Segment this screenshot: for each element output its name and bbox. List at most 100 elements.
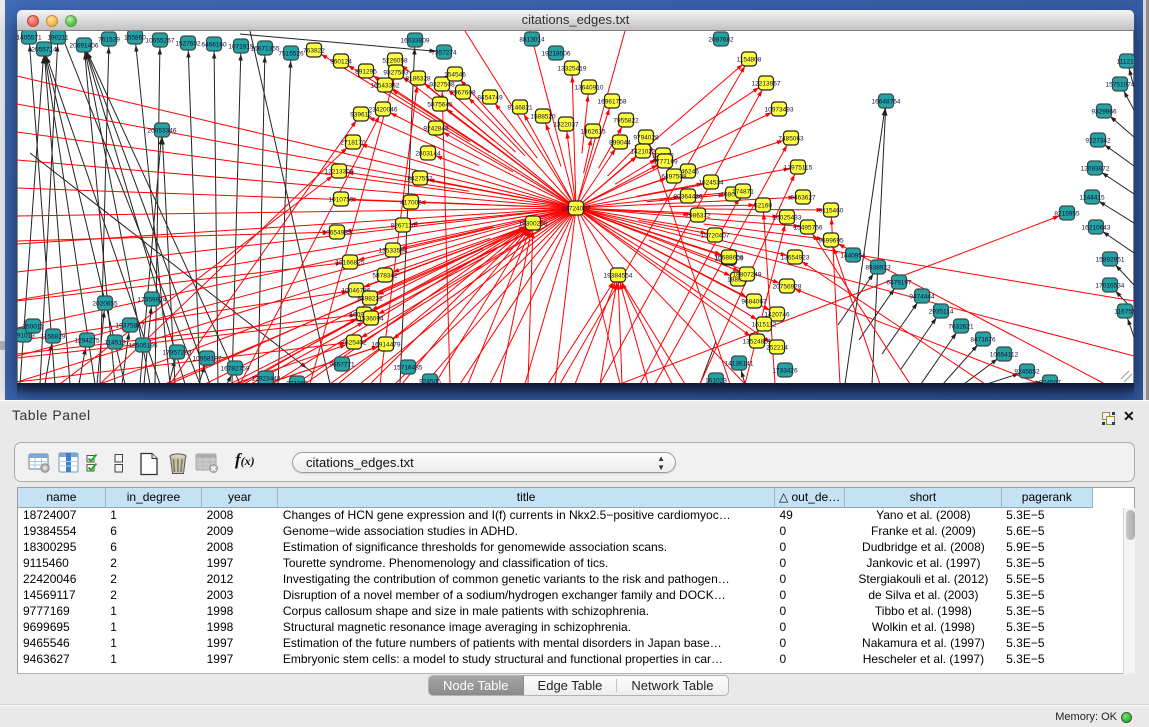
svg-text:19166825: 19166825 <box>336 259 365 266</box>
svg-text:174871: 174871 <box>732 188 754 195</box>
svg-text:9245652: 9245652 <box>1014 368 1040 375</box>
svg-text:8498222: 8498222 <box>357 295 383 302</box>
svg-text:16648764: 16648764 <box>872 98 901 105</box>
svg-text:16782759: 16782759 <box>221 365 250 372</box>
svg-text:15720407: 15720407 <box>701 232 730 239</box>
svg-text:1588520: 1588520 <box>530 113 556 120</box>
svg-text:9242848: 9242848 <box>423 125 449 132</box>
svg-text:1405571: 1405571 <box>17 34 42 41</box>
svg-text:8938923: 8938923 <box>865 264 891 271</box>
svg-text:8427552: 8427552 <box>407 175 433 182</box>
svg-text:8471676: 8471676 <box>970 336 996 343</box>
svg-text:15751074: 15751074 <box>1106 81 1134 88</box>
svg-text:2020655: 2020655 <box>92 300 118 307</box>
svg-text:9684067: 9684067 <box>741 298 767 305</box>
svg-text:18300295: 18300295 <box>519 220 548 227</box>
svg-text:6479197: 6479197 <box>886 279 912 286</box>
svg-text:2967608: 2967608 <box>450 89 476 96</box>
svg-text:9227342: 9227342 <box>1085 137 1111 144</box>
svg-text:8186328: 8186328 <box>405 75 431 82</box>
svg-text:2055714: 2055714 <box>31 46 57 53</box>
svg-text:12213309: 12213309 <box>325 168 354 175</box>
svg-text:6497508: 6497508 <box>661 173 687 180</box>
svg-text:16914479: 16914479 <box>372 341 401 348</box>
svg-text:939612: 939612 <box>350 111 372 118</box>
svg-text:8813014: 8813014 <box>519 36 545 43</box>
svg-text:20756928: 20756928 <box>773 283 802 290</box>
svg-text:2087682: 2087682 <box>708 36 734 43</box>
svg-text:13654923: 13654923 <box>781 254 810 261</box>
svg-text:16543362: 16543362 <box>371 82 400 89</box>
svg-text:16210643: 16210643 <box>1082 224 1111 231</box>
svg-text:10688609: 10688609 <box>715 254 744 261</box>
svg-text:20053346: 20053346 <box>148 127 177 134</box>
svg-text:10973493: 10973493 <box>765 106 794 113</box>
svg-text:12505195: 12505195 <box>129 342 158 349</box>
svg-text:1010755: 1010755 <box>328 196 354 203</box>
svg-text:1362615: 1362615 <box>580 128 606 135</box>
svg-text:16671355: 16671355 <box>251 45 280 52</box>
svg-text:899044: 899044 <box>609 139 631 146</box>
svg-text:14136141: 14136141 <box>725 360 754 367</box>
svg-text:116753: 116753 <box>1114 308 1134 315</box>
svg-text:1536094: 1536094 <box>358 315 384 322</box>
svg-text:15495756: 15495756 <box>794 224 823 231</box>
svg-text:12213967: 12213967 <box>752 80 781 87</box>
svg-text:10025433: 10025433 <box>773 214 802 221</box>
svg-text:18724007: 18724007 <box>562 205 591 212</box>
svg-text:12923448: 12923448 <box>252 375 281 382</box>
svg-text:23420046: 23420046 <box>369 106 398 113</box>
svg-text:150011: 150011 <box>22 323 44 330</box>
svg-text:1527602: 1527602 <box>175 40 201 47</box>
svg-text:10958107: 10958107 <box>193 355 222 362</box>
svg-text:19218506: 19218506 <box>542 50 571 57</box>
svg-text:15892951: 15892951 <box>1096 256 1125 263</box>
svg-text:8454749: 8454749 <box>477 94 503 101</box>
svg-text:18807249: 18807249 <box>733 271 762 278</box>
svg-text:1156829: 1156829 <box>41 333 66 340</box>
svg-text:1294275: 1294275 <box>74 337 100 344</box>
svg-text:17359924: 17359924 <box>138 296 167 303</box>
svg-text:5226058: 5226058 <box>382 57 408 64</box>
svg-text:17957253: 17957253 <box>163 349 192 356</box>
svg-text:9115460: 9115460 <box>819 207 844 214</box>
svg-text:12975115: 12975115 <box>784 164 813 171</box>
svg-text:252214: 252214 <box>766 344 788 351</box>
svg-text:19384554: 19384554 <box>604 272 633 279</box>
svg-text:9474444: 9474444 <box>909 293 935 300</box>
svg-text:2935114: 2935114 <box>929 308 954 315</box>
svg-text:2986372: 2986372 <box>685 212 711 219</box>
svg-text:10654983: 10654983 <box>323 229 352 236</box>
svg-text:5875645: 5875645 <box>427 101 453 108</box>
svg-text:62160: 62160 <box>754 202 772 209</box>
svg-text:1244415: 1244415 <box>1079 194 1105 201</box>
svg-text:5878342: 5878342 <box>372 272 398 279</box>
svg-text:114513: 114513 <box>104 339 126 346</box>
svg-text:190211: 190211 <box>47 34 69 41</box>
svg-text:15716485: 15716485 <box>394 364 423 371</box>
svg-text:7515526: 7515526 <box>278 50 304 57</box>
svg-text:13325419: 13325419 <box>558 65 587 72</box>
svg-text:13533594: 13533594 <box>379 247 408 254</box>
svg-text:7485063: 7485063 <box>778 135 804 142</box>
svg-text:9794028: 9794028 <box>633 134 659 141</box>
svg-text:9329966: 9329966 <box>1091 108 1117 115</box>
svg-text:155860: 155860 <box>124 34 146 41</box>
svg-text:7632621: 7632621 <box>948 323 974 330</box>
svg-text:1733426: 1733426 <box>772 367 798 374</box>
svg-text:6466160: 6466160 <box>201 41 227 48</box>
svg-text:10654112: 10654112 <box>990 351 1019 358</box>
svg-text:9777169: 9777169 <box>652 158 678 165</box>
svg-text:9327508: 9327508 <box>429 81 455 88</box>
svg-text:9699695: 9699695 <box>818 237 844 244</box>
svg-text:8267110: 8267110 <box>391 222 416 229</box>
svg-text:10655267: 10655267 <box>146 37 175 44</box>
svg-text:7955822: 7955822 <box>613 117 639 124</box>
svg-text:13640910: 13640910 <box>575 84 604 91</box>
svg-text:111216: 111216 <box>1117 58 1134 65</box>
svg-text:1624534: 1624534 <box>698 179 724 186</box>
svg-text:960124: 960124 <box>330 58 352 65</box>
svg-text:2718170: 2718170 <box>340 139 366 146</box>
svg-text:9657771: 9657771 <box>329 361 355 368</box>
svg-text:9146821: 9146821 <box>507 104 533 111</box>
